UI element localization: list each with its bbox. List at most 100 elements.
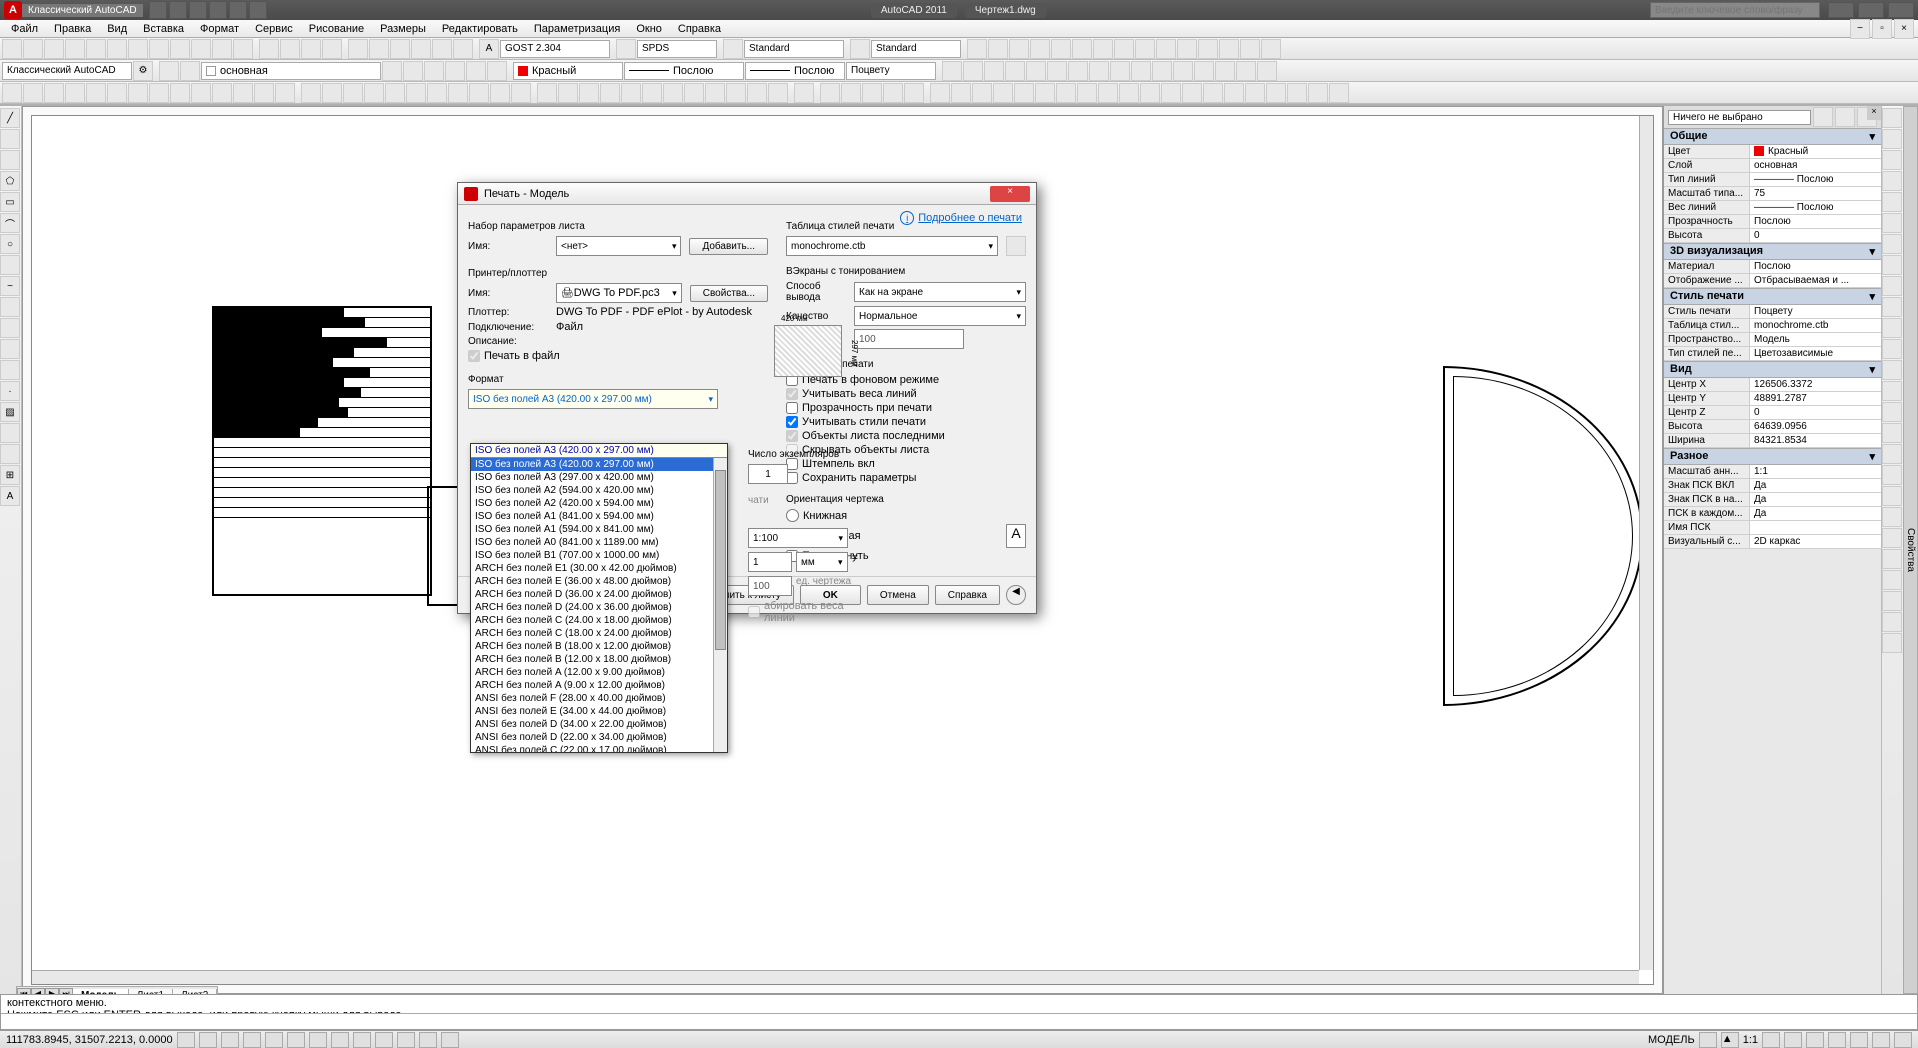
prop-value[interactable]: 84321.8534 [1750,434,1881,447]
scale-numerator-input[interactable] [748,552,792,572]
prop-row[interactable]: Пространство...Модель [1664,333,1881,347]
modify-fillet-icon[interactable] [1236,61,1256,81]
ucs-z-icon[interactable] [684,83,704,103]
shade-combo[interactable]: Как на экране [854,282,1026,302]
menu-view[interactable]: Вид [100,22,134,36]
dropdown-option[interactable]: ARCH без полей A (12.00 x 9.00 дюймов) [471,666,727,679]
circle-icon[interactable]: ○ [0,234,20,254]
osnap-extension-icon[interactable] [65,83,85,103]
quality-combo[interactable]: Нормальное [854,306,1026,326]
dropdown-option[interactable]: ARCH без полей C (24.00 x 18.00 дюймов) [471,614,727,627]
prop-row[interactable]: Визуальный с...2D каркас [1664,535,1881,549]
prop-value[interactable]: Модель [1750,333,1881,346]
textstyle-combo[interactable]: GOST 2.304 [500,40,610,58]
workspace-dropdown[interactable]: Классический AutoCAD [22,4,143,17]
spds-styles-icon[interactable] [1245,83,1265,103]
qat-print-icon[interactable] [209,1,227,19]
ellipse-arc-icon[interactable] [0,318,20,338]
prop-value[interactable]: Отбрасываемая и ... [1750,274,1881,287]
osnap-none-icon[interactable] [254,83,274,103]
prop-row[interactable]: Слойосновная [1664,159,1881,173]
plotstyle-combo[interactable]: Поцвету [846,62,936,80]
prop-row[interactable]: Знак ПСК ВКЛДа [1664,479,1881,493]
dim-diameter-icon[interactable] [1072,39,1092,59]
polyline-icon[interactable] [0,150,20,170]
dialog-close-button[interactable]: × [990,186,1030,202]
dropdown-option[interactable]: ANSI без полей D (22.00 x 34.00 дюймов) [471,731,727,744]
canvas-vscroll[interactable] [1639,116,1653,970]
doc-restore-icon[interactable]: ▫ [1872,19,1892,39]
prop-section-view[interactable]: Вид▾ [1664,361,1881,378]
prop-row[interactable]: Высота64639.0956 [1664,420,1881,434]
rectangle-icon[interactable]: ▭ [0,192,20,212]
3d-cone-icon[interactable] [1882,171,1902,191]
dropdown-option[interactable]: ANSI без полей E (34.00 x 44.00 дюймов) [471,705,727,718]
menu-insert[interactable]: Вставка [136,22,191,36]
ucs-x-icon[interactable] [726,83,746,103]
dim-break-icon[interactable] [1198,39,1218,59]
3d-align-icon[interactable] [1882,633,1902,653]
doc-minimize-icon[interactable]: − [1850,19,1870,39]
dropdown-option[interactable]: ARCH без полей E (36.00 x 48.00 дюймов) [471,575,727,588]
zoom-prev-icon[interactable] [322,39,342,59]
prop-value[interactable]: 64639.0956 [1750,420,1881,433]
doc-close-icon[interactable]: × [1894,19,1914,39]
tool-palette-icon[interactable] [390,39,410,59]
copy-icon[interactable] [149,39,169,59]
prop-value[interactable]: 2D каркас [1750,535,1881,548]
layer-states-icon[interactable] [180,61,200,81]
osnap-parallel-icon[interactable] [170,83,190,103]
prop-value[interactable]: 48891.2787 [1750,392,1881,405]
prop-row[interactable]: Ширина84321.8534 [1664,434,1881,448]
prop-row[interactable]: Масштаб типа...75 [1664,187,1881,201]
prop-value[interactable]: ———— Послою [1750,201,1881,214]
osnap-midpoint-icon[interactable] [23,83,43,103]
isolate-icon[interactable] [1872,1032,1890,1048]
clean-screen-icon[interactable] [1894,1032,1912,1048]
save-icon[interactable] [44,39,64,59]
plot-icon[interactable] [65,39,85,59]
prop-value[interactable]: основная [1750,159,1881,172]
modify-erase-icon[interactable] [942,61,962,81]
ucs-apply-icon[interactable] [768,83,788,103]
qat-undo-icon[interactable] [229,1,247,19]
dropdown-option[interactable]: ARCH без полей E1 (30.00 x 42.00 дюймов) [471,562,727,575]
qat-save-icon[interactable] [189,1,207,19]
ucs-origin-icon[interactable] [663,83,683,103]
annotation-vis-icon[interactable] [1762,1032,1780,1048]
osnap-center-icon[interactable] [86,83,106,103]
3d-wedge-icon[interactable] [1882,192,1902,212]
grid-toggle-icon[interactable] [199,1032,217,1048]
prop-row[interactable]: Вес линий———— Послою [1664,201,1881,215]
dim-angular-icon[interactable] [1009,39,1029,59]
dimstyle-combo[interactable]: Standard [744,40,844,58]
dropdown-option[interactable]: ANSI без полей F (28.00 x 40.00 дюймов) [471,692,727,705]
menu-file[interactable]: Файл [4,22,45,36]
tolerance-icon[interactable] [1219,39,1239,59]
dialog-titlebar[interactable]: Печать - Модель × [458,183,1036,205]
selection-combo[interactable]: Ничего не выбрано [1668,110,1811,125]
menu-modify[interactable]: Редактировать [435,22,525,36]
pageset-combo[interactable]: <нет> [556,236,681,256]
view-top-icon[interactable] [322,83,342,103]
view-left-icon[interactable] [364,83,384,103]
maximize-button[interactable] [1858,2,1884,18]
dropdown-option[interactable]: ANSI без полей D (34.00 x 22.00 дюймов) [471,718,727,731]
dim-radius-icon[interactable] [1051,39,1071,59]
3d-separate-icon[interactable] [1882,528,1902,548]
3d-torus-icon[interactable] [1882,213,1902,233]
gradient-icon[interactable] [0,423,20,443]
qat-redo-icon[interactable] [249,1,267,19]
modify-join-icon[interactable] [1194,61,1214,81]
qp-toggle-icon[interactable] [419,1032,437,1048]
ucs-prev-icon[interactable] [579,83,599,103]
modify-copy-icon[interactable] [963,61,983,81]
prop-value[interactable]: Послою [1750,260,1881,273]
dropdown-scrollbar[interactable] [713,458,727,752]
prop-section-plotstyle[interactable]: Стиль печати▾ [1664,288,1881,305]
dropdown-option[interactable]: ISO без полей A1 (594.00 x 841.00 мм) [471,523,727,536]
spds-frame-icon[interactable] [1119,83,1139,103]
sheet-set-icon[interactable] [411,39,431,59]
3d-sweep-icon[interactable] [1882,297,1902,317]
tablestyle-combo[interactable]: Standard [871,40,961,58]
